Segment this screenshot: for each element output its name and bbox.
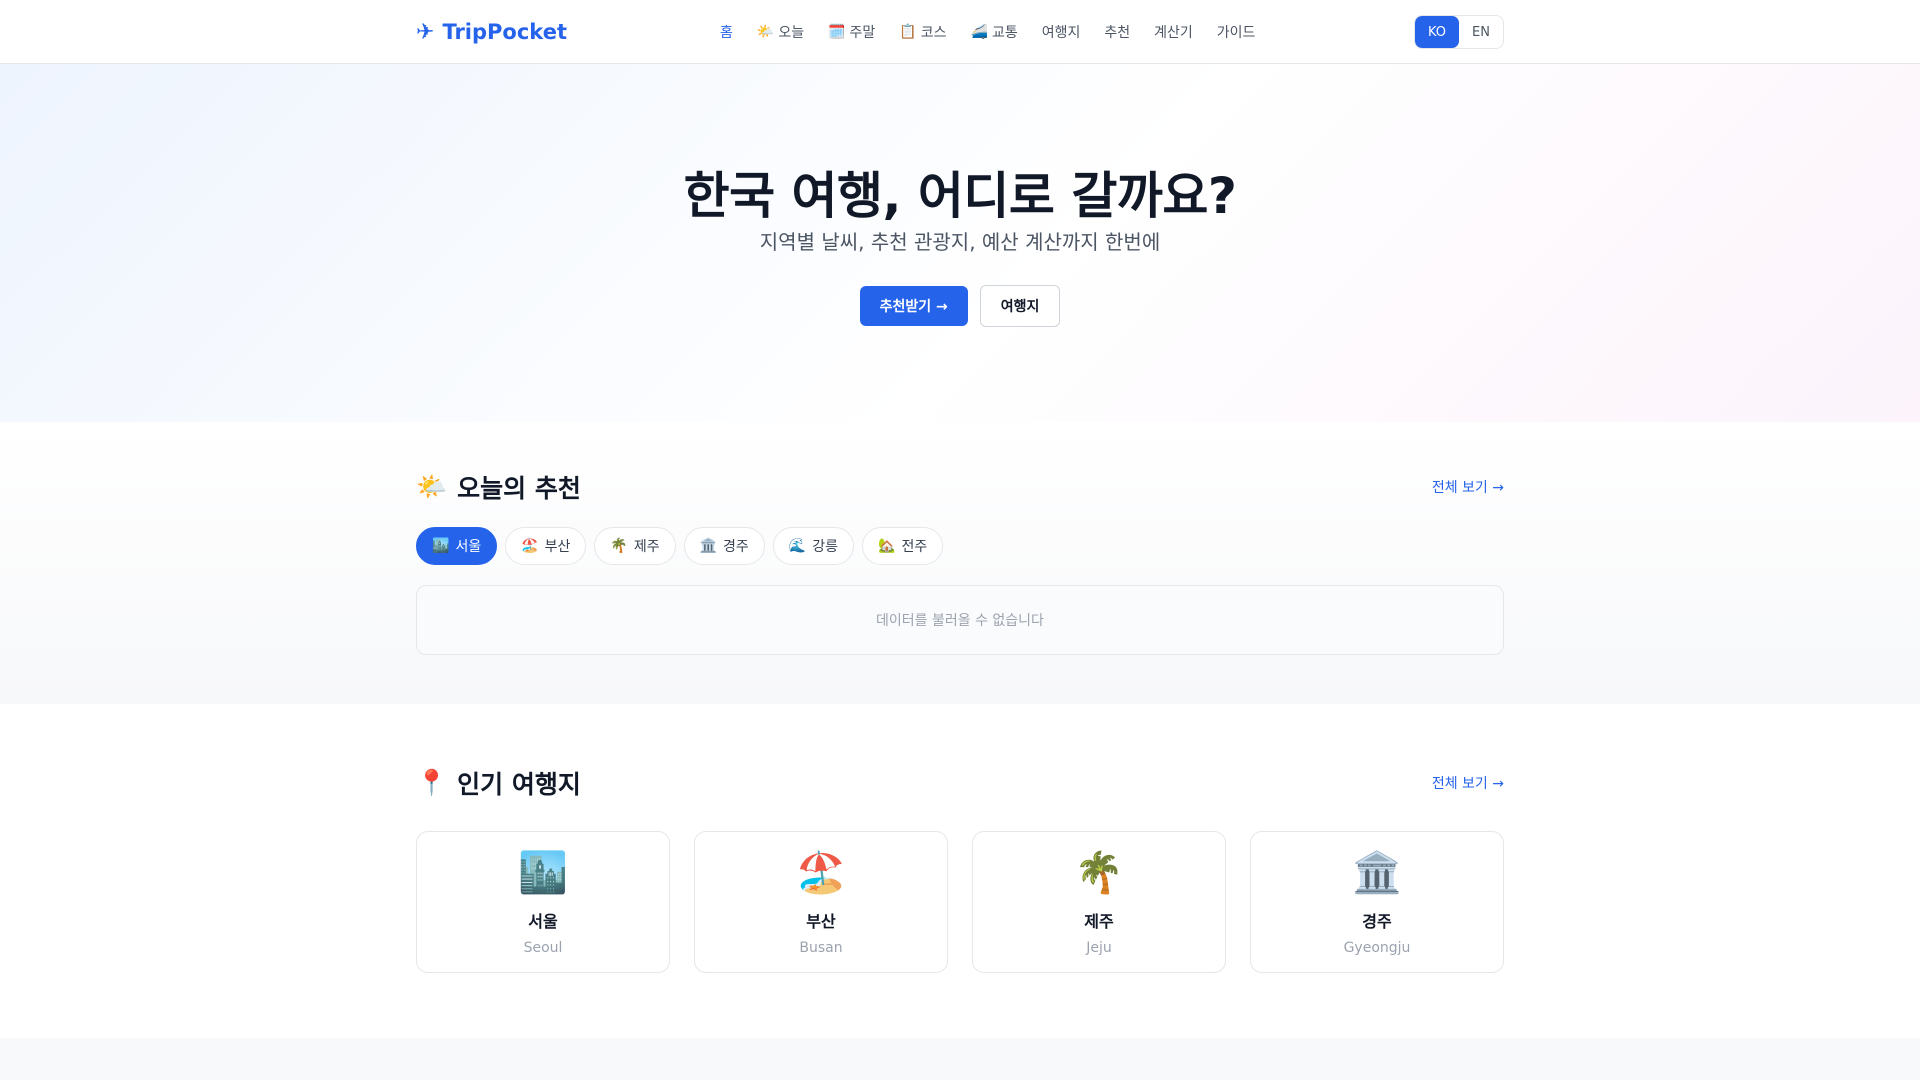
nav-item-label: 홈 bbox=[720, 25, 733, 41]
chip-busan[interactable]: 🏖️ 부산 bbox=[505, 527, 587, 565]
nav-item-label: 교통 bbox=[991, 25, 1018, 41]
lang-ko-button[interactable]: KO bbox=[1415, 16, 1459, 48]
lang-en-button[interactable]: EN bbox=[1459, 16, 1503, 48]
nav-item-label: 추천 bbox=[1104, 25, 1131, 41]
destination-cards: 🏙️ 서울 Seoul 🏖️ 부산 Busan 🌴 제주 Jeju 🏛️ 경주 … bbox=[416, 831, 1504, 973]
destination-name: 서울 bbox=[528, 912, 558, 931]
pin-icon: 📍 bbox=[416, 768, 448, 797]
destination-name: 부산 bbox=[806, 912, 836, 931]
chip-label: 부산 bbox=[544, 539, 571, 555]
nav-item-recommend[interactable]: 추천 bbox=[1092, 22, 1142, 42]
chip-jeonju[interactable]: 🏡 전주 bbox=[862, 527, 944, 565]
main-menu: 홈 🌤️ 오늘 🗓️ 주말 📋 코스 🚄 교통 여행지 추천 계산기 가이드 bbox=[708, 0, 1267, 64]
chip-gyeongju[interactable]: 🏛️ 경주 bbox=[683, 527, 765, 565]
empty-state-message: 데이터를 불러올 수 없습니다 bbox=[416, 585, 1504, 655]
destination-card-jeju[interactable]: 🌴 제주 Jeju bbox=[972, 831, 1226, 973]
nav-item-label: 오늘 bbox=[778, 25, 805, 41]
palm-tree-icon: 🌴 bbox=[1074, 850, 1124, 896]
hero-actions: 추천받기 → 여행지 bbox=[0, 285, 1920, 327]
cityscape-icon: 🏙️ bbox=[432, 538, 450, 554]
brand-name: TripPocket bbox=[442, 20, 567, 44]
brand-logo[interactable]: ✈ TripPocket bbox=[416, 20, 567, 45]
destination-card-busan[interactable]: 🏖️ 부산 Busan bbox=[694, 831, 948, 973]
destination-name-en: Gyeongju bbox=[1343, 940, 1411, 956]
section-header: 📍 인기 여행지 전체 보기 → bbox=[416, 766, 1504, 800]
destination-name-en: Seoul bbox=[523, 940, 563, 956]
destination-card-seoul[interactable]: 🏙️ 서울 Seoul bbox=[416, 831, 670, 973]
nav-item-home[interactable]: 홈 bbox=[708, 22, 745, 42]
popular-destinations-section: 📍 인기 여행지 전체 보기 → 🏙️ 서울 Seoul 🏖️ 부산 Busan… bbox=[0, 704, 1920, 1038]
nav-item-label: 계산기 bbox=[1154, 25, 1193, 41]
destination-name: 경주 bbox=[1362, 912, 1392, 931]
classical-building-icon: 🏛️ bbox=[1352, 850, 1402, 896]
see-all-link[interactable]: 전체 보기 → bbox=[1432, 773, 1504, 793]
sun-cloud-icon: 🌤️ bbox=[416, 472, 448, 501]
nav-item-label: 여행지 bbox=[1041, 25, 1081, 41]
beach-umbrella-icon: 🏖️ bbox=[796, 850, 846, 896]
hero-title: 한국 여행, 어디로 갈까요? bbox=[683, 167, 1237, 225]
cityscape-icon: 🏙️ bbox=[518, 850, 568, 896]
nav-item-guide[interactable]: 가이드 bbox=[1205, 22, 1268, 42]
destinations-button[interactable]: 여행지 bbox=[979, 285, 1061, 327]
destination-name: 제주 bbox=[1084, 912, 1114, 931]
nav-item-label: 가이드 bbox=[1216, 25, 1256, 41]
see-all-link[interactable]: 전체 보기 → bbox=[1432, 477, 1504, 497]
language-toggle: KO EN bbox=[1414, 15, 1504, 49]
classical-building-icon: 🏛️ bbox=[699, 538, 718, 554]
section-title-text: 오늘의 추천 bbox=[457, 474, 581, 503]
nav-item-weekend[interactable]: 🗓️ 주말 bbox=[816, 22, 887, 42]
hero-section: 한국 여행, 어디로 갈까요? 지역별 날씨, 추천 관광지, 예산 계산까지 … bbox=[0, 64, 1920, 422]
section-title: 🌤️ 오늘의 추천 bbox=[416, 469, 581, 505]
house-icon: 🏡 bbox=[878, 538, 896, 554]
nav-item-label: 코스 bbox=[920, 25, 947, 41]
sun-cloud-icon: 🌤️ bbox=[756, 24, 775, 40]
train-icon: 🚄 bbox=[970, 24, 988, 40]
section-title-text: 인기 여행지 bbox=[457, 770, 581, 799]
nav-item-label: 주말 bbox=[849, 25, 876, 41]
section-header: 🌤️ 오늘의 추천 전체 보기 → bbox=[416, 470, 1504, 504]
beach-umbrella-icon: 🏖️ bbox=[521, 538, 539, 554]
nav-item-destinations[interactable]: 여행지 bbox=[1030, 22, 1093, 42]
navbar-inner: ✈ TripPocket 홈 🌤️ 오늘 🗓️ 주말 📋 코스 🚄 교통 여행지… bbox=[416, 0, 1504, 64]
nav-item-transport[interactable]: 🚄 교통 bbox=[959, 22, 1030, 42]
destination-name-en: Busan bbox=[799, 940, 843, 956]
destination-card-gyeongju[interactable]: 🏛️ 경주 Gyeongju bbox=[1250, 831, 1504, 973]
section-title: 📍 인기 여행지 bbox=[416, 765, 581, 801]
chip-gangneung[interactable]: 🌊 강릉 bbox=[772, 527, 855, 565]
palm-tree-icon: 🌴 bbox=[610, 538, 628, 554]
top-navbar: ✈ TripPocket 홈 🌤️ 오늘 🗓️ 주말 📋 코스 🚄 교통 여행지… bbox=[0, 0, 1920, 64]
airplane-icon: ✈ bbox=[416, 19, 435, 45]
clipboard-icon: 📋 bbox=[899, 24, 917, 40]
chip-jeju[interactable]: 🌴 제주 bbox=[594, 527, 676, 565]
destination-name-en: Jeju bbox=[1086, 940, 1112, 956]
get-recommendation-button[interactable]: 추천받기 → bbox=[859, 286, 968, 326]
chip-label: 제주 bbox=[633, 539, 660, 555]
footer-band bbox=[0, 1038, 1920, 1080]
nav-item-calculator[interactable]: 계산기 bbox=[1142, 22, 1205, 42]
wave-icon: 🌊 bbox=[788, 538, 807, 554]
hero-subtitle: 지역별 날씨, 추천 관광지, 예산 계산까지 한번에 bbox=[759, 230, 1161, 254]
nav-item-course[interactable]: 📋 코스 bbox=[887, 22, 958, 42]
region-chips: 🏙️ 서울 🏖️ 부산 🌴 제주 🏛️ 경주 🌊 강릉 🏡 전주 bbox=[416, 527, 944, 565]
chip-label: 경주 bbox=[723, 539, 749, 555]
chip-seoul[interactable]: 🏙️ 서울 bbox=[416, 527, 498, 565]
chip-label: 서울 bbox=[455, 539, 482, 555]
chip-label: 전주 bbox=[901, 539, 928, 555]
calendar-icon: 🗓️ bbox=[828, 24, 846, 40]
nav-item-today[interactable]: 🌤️ 오늘 bbox=[745, 22, 816, 42]
today-recommendation-section: 🌤️ 오늘의 추천 전체 보기 → 🏙️ 서울 🏖️ 부산 🌴 제주 🏛️ 경주… bbox=[0, 422, 1920, 704]
chip-label: 강릉 bbox=[812, 539, 839, 555]
